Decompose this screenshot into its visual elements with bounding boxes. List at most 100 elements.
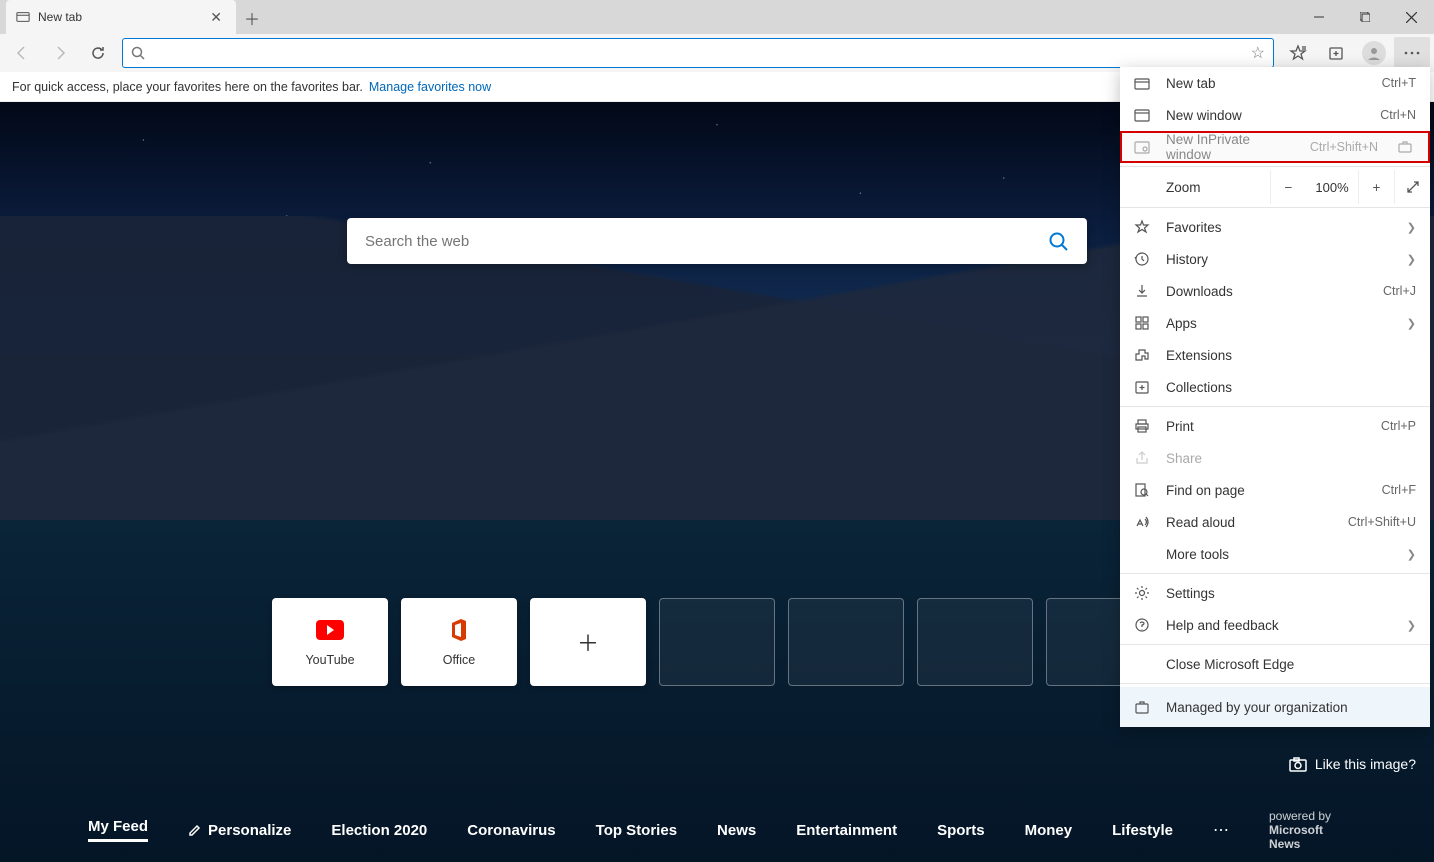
tile-add[interactable]: ＋ [530, 598, 646, 686]
menu-apps[interactable]: Apps ❯ [1120, 307, 1430, 339]
manage-favorites-link[interactable]: Manage favorites now [369, 80, 491, 94]
menu-separator [1120, 573, 1430, 574]
favorites-hint: For quick access, place your favorites h… [12, 80, 363, 94]
zoom-in-button[interactable]: + [1358, 170, 1394, 204]
powered-by: powered by Microsoft News [1269, 809, 1346, 851]
menu-find[interactable]: Find on page Ctrl+F [1120, 474, 1430, 506]
window-icon [1134, 108, 1152, 122]
feed-personalize[interactable]: Personalize [188, 822, 291, 839]
tile-label: Office [443, 653, 475, 667]
menu-favorites[interactable]: Favorites ❯ [1120, 211, 1430, 243]
help-icon [1134, 617, 1152, 633]
new-tab-icon [1134, 76, 1152, 90]
inprivate-icon [1134, 140, 1152, 154]
menu-help[interactable]: Help and feedback ❯ [1120, 609, 1430, 641]
history-icon [1134, 251, 1152, 267]
menu-separator [1120, 683, 1430, 684]
pencil-icon [188, 823, 202, 837]
menu-collections[interactable]: Collections [1120, 371, 1430, 403]
feed-my-feed[interactable]: My Feed [88, 818, 148, 842]
feed-item[interactable]: Money [1025, 822, 1073, 839]
tile-youtube[interactable]: YouTube [272, 598, 388, 686]
profile-button[interactable] [1356, 37, 1392, 69]
tile-empty[interactable] [917, 598, 1033, 686]
menu-separator [1120, 166, 1430, 167]
favorites-button[interactable] [1280, 37, 1316, 69]
office-icon [448, 617, 470, 643]
maximize-button[interactable] [1342, 0, 1388, 34]
menu-print[interactable]: Print Ctrl+P [1120, 410, 1430, 442]
gear-icon [1134, 585, 1152, 601]
briefcase-icon [1398, 141, 1416, 153]
menu-read-aloud[interactable]: Read aloud Ctrl+Shift+U [1120, 506, 1430, 538]
menu-inprivate[interactable]: New InPrivate window Ctrl+Shift+N [1120, 131, 1430, 163]
menu-managed[interactable]: Managed by your organization [1120, 687, 1430, 727]
share-icon [1134, 450, 1152, 466]
find-icon [1134, 482, 1152, 498]
browser-tab[interactable]: New tab ✕ [6, 0, 236, 34]
tile-label: YouTube [305, 653, 354, 667]
camera-icon [1289, 756, 1307, 772]
tile-empty[interactable] [788, 598, 904, 686]
menu-separator [1120, 207, 1430, 208]
chevron-right-icon: ❯ [1407, 221, 1416, 234]
feed-item[interactable]: Lifestyle [1112, 822, 1173, 839]
menu-downloads[interactable]: Downloads Ctrl+J [1120, 275, 1430, 307]
refresh-button[interactable] [80, 37, 116, 69]
menu-separator [1120, 644, 1430, 645]
feed-item[interactable]: Coronavirus [467, 822, 555, 839]
window-close-button[interactable] [1388, 0, 1434, 34]
tab-icon [16, 10, 30, 24]
print-icon [1134, 418, 1152, 434]
plus-icon: ＋ [577, 629, 599, 655]
tab-title: New tab [38, 10, 82, 24]
feed-item[interactable]: Election 2020 [331, 822, 427, 839]
feed-more-icon[interactable]: ⋯ [1213, 820, 1229, 840]
new-tab-button[interactable]: ＋ [236, 2, 268, 34]
tile-empty[interactable] [659, 598, 775, 686]
tab-close-icon[interactable]: ✕ [206, 7, 226, 28]
feed-item[interactable]: Top Stories [596, 822, 677, 839]
favorite-star-icon[interactable]: ☆ [1251, 43, 1265, 63]
settings-menu: New tab Ctrl+T New window Ctrl+N New InP… [1120, 67, 1430, 727]
apps-icon [1134, 315, 1152, 331]
feed-item[interactable]: Entertainment [796, 822, 897, 839]
feed-bar: My Feed Personalize Election 2020 Corona… [0, 798, 1434, 862]
like-image-button[interactable]: Like this image? [1289, 756, 1416, 772]
menu-close-edge[interactable]: Close Microsoft Edge [1120, 648, 1430, 680]
extensions-icon [1134, 347, 1152, 363]
menu-extensions[interactable]: Extensions [1120, 339, 1430, 371]
forward-button[interactable] [42, 37, 78, 69]
download-icon [1134, 283, 1152, 299]
briefcase-icon [1134, 700, 1152, 714]
ntp-search-box[interactable] [347, 218, 1087, 264]
feed-item[interactable]: News [717, 822, 756, 839]
menu-new-window[interactable]: New window Ctrl+N [1120, 99, 1430, 131]
fullscreen-button[interactable] [1394, 170, 1430, 204]
menu-settings[interactable]: Settings [1120, 577, 1430, 609]
tile-office[interactable]: Office [401, 598, 517, 686]
zoom-value: 100% [1306, 180, 1358, 195]
collections-icon [1134, 379, 1152, 395]
feed-item[interactable]: Sports [937, 822, 985, 839]
titlebar: New tab ✕ ＋ [0, 0, 1434, 34]
address-input[interactable] [153, 45, 1243, 61]
window-controls [1296, 0, 1434, 34]
menu-separator [1120, 406, 1430, 407]
youtube-icon [316, 617, 344, 643]
back-button[interactable] [4, 37, 40, 69]
ntp-search-input[interactable] [365, 233, 1047, 250]
menu-history[interactable]: History ❯ [1120, 243, 1430, 275]
more-button[interactable] [1394, 37, 1430, 69]
zoom-out-button[interactable]: − [1270, 170, 1306, 204]
menu-zoom: Zoom − 100% + [1120, 170, 1430, 204]
chevron-right-icon: ❯ [1407, 253, 1416, 266]
chevron-right-icon: ❯ [1407, 317, 1416, 330]
collections-button[interactable] [1318, 37, 1354, 69]
search-icon[interactable] [1047, 230, 1069, 252]
menu-more-tools[interactable]: More tools ❯ [1120, 538, 1430, 570]
address-bar[interactable]: ☆ [122, 38, 1274, 68]
menu-new-tab[interactable]: New tab Ctrl+T [1120, 67, 1430, 99]
minimize-button[interactable] [1296, 0, 1342, 34]
chevron-right-icon: ❯ [1407, 548, 1416, 561]
